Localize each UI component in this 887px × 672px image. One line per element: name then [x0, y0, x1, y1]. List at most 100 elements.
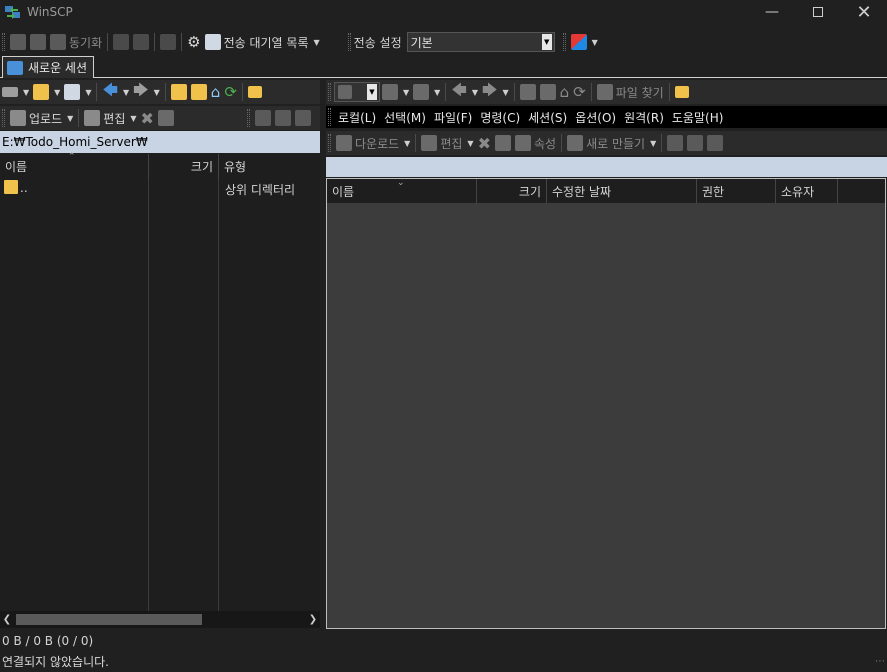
maximize-button[interactable] [795, 0, 841, 24]
remote-filter-button[interactable]: ▼ [411, 81, 442, 103]
filter-button[interactable]: ▼ [62, 81, 93, 103]
resize-grip-icon[interactable]: ⋯ [875, 656, 885, 667]
right-edit-button[interactable]: 편집 ▼ [419, 132, 475, 154]
properties-button[interactable]: 속성 [513, 132, 558, 154]
sync-browse-button[interactable] [28, 31, 48, 53]
right-delete-button[interactable]: ✖ [476, 132, 493, 154]
preferences-button[interactable]: ⚙ [185, 31, 202, 53]
console-button[interactable] [111, 31, 131, 53]
right-filter-select-button[interactable] [705, 132, 725, 154]
toolbar-grip[interactable] [347, 33, 351, 51]
remote-home-dir-button[interactable]: ⌂ [558, 81, 572, 103]
queue-list-button[interactable]: 전송 대기열 목록 ▼ [203, 31, 322, 53]
root-dir-button[interactable] [189, 81, 209, 103]
panel-splitter[interactable] [320, 80, 325, 651]
home-dir-button[interactable]: ⌂ [209, 81, 223, 103]
column-rights[interactable]: 권한 [697, 179, 776, 203]
column-name[interactable]: 이름 ⌃ [0, 152, 149, 178]
refresh-button[interactable]: ⟳ [222, 81, 239, 103]
remote-parent-dir-button[interactable] [518, 81, 538, 103]
column-type[interactable]: 유형 [219, 154, 320, 178]
winscp-logo-icon [5, 6, 20, 19]
scroll-left-icon[interactable]: ❮ [0, 614, 14, 625]
synchronize-button[interactable]: 동기화 [48, 31, 104, 53]
chevron-down-icon: ▼ [502, 87, 509, 97]
scrollbar-thumb[interactable] [16, 614, 202, 625]
menu-help[interactable]: 도움말(H) [668, 109, 728, 126]
download-button[interactable]: 다운로드 ▼ [334, 132, 412, 154]
open-dir-button[interactable]: ▼ [31, 81, 62, 103]
tree-toggle-button[interactable] [246, 81, 264, 103]
remote-tree-toggle-button[interactable] [673, 81, 691, 103]
right-unselect-button[interactable] [685, 132, 705, 154]
minimize-icon: — [765, 4, 779, 20]
keep-remote-up-to-date-button[interactable] [158, 31, 178, 53]
right-path-bar[interactable] [326, 157, 887, 177]
upload-button[interactable]: 업로드 ▼ [8, 107, 75, 129]
left-file-list[interactable]: .. 상위 디렉터리 [0, 178, 320, 611]
new-button[interactable]: 새로 만들기 ▼ [565, 132, 658, 154]
menu-local[interactable]: 로컬(L) [334, 109, 380, 126]
remote-open-dir-button[interactable]: ▼ [380, 81, 411, 103]
toolbar-separator [513, 83, 515, 101]
find-files-button[interactable]: 파일 찾기 [595, 81, 666, 103]
chevron-down-icon: ▼ [85, 87, 92, 97]
transfer-preset-select[interactable]: 기본 ▼ [406, 32, 555, 52]
column-size-label: 크기 [190, 159, 213, 174]
left-select-button[interactable] [253, 107, 273, 129]
remote-root-dir-button[interactable] [538, 81, 558, 103]
column-modified[interactable]: 수정한 날짜 [547, 179, 697, 203]
session-tabs-bar [0, 56, 887, 78]
left-edit-button[interactable]: 편집 ▼ [82, 107, 138, 129]
toolbar-grip[interactable] [2, 33, 5, 51]
remote-back-button[interactable]: 🡄 ▼ [449, 81, 480, 103]
toolbar-grip[interactable] [328, 83, 331, 101]
remote-refresh-button[interactable]: ⟳ [571, 81, 588, 103]
tab-new-session[interactable]: 새로운 세션 [2, 56, 95, 78]
menu-remote[interactable]: 원격(R) [620, 109, 668, 126]
parent-dir-button[interactable] [169, 81, 189, 103]
left-rename-button[interactable] [156, 107, 176, 129]
right-column-header: 이름 ⌄ 크기 수정한 날짜 권한 소유자 [327, 178, 885, 203]
column-name[interactable]: 이름 ⌄ [327, 178, 477, 203]
chevron-down-icon: ▼ [591, 37, 598, 47]
left-filter-select-button[interactable] [293, 107, 313, 129]
close-button[interactable]: ✕ [841, 0, 887, 24]
column-size[interactable]: 크기 [149, 154, 219, 178]
left-horizontal-scrollbar[interactable]: ❮ ❯ [0, 611, 320, 628]
delete-icon: ✖ [477, 133, 491, 153]
compare-dirs-button[interactable] [8, 31, 28, 53]
customize-button[interactable]: ▼ [569, 31, 600, 53]
toolbar-grip[interactable] [328, 134, 331, 152]
minimize-button[interactable]: — [749, 0, 795, 24]
toolbar-grip[interactable] [562, 33, 566, 51]
menu-options[interactable]: 옵션(O) [571, 109, 620, 126]
toolbar-grip[interactable] [247, 109, 250, 127]
column-divider [148, 178, 149, 611]
menu-commands[interactable]: 명령(C) [476, 109, 524, 126]
right-rename-button[interactable] [493, 132, 513, 154]
putty-button[interactable] [131, 31, 151, 53]
toolbar-grip[interactable] [2, 109, 5, 127]
forward-button[interactable]: 🡆 ▼ [131, 81, 162, 103]
column-divider [218, 178, 219, 611]
menu-files[interactable]: 파일(F) [430, 109, 476, 126]
right-file-list[interactable]: 이름 ⌄ 크기 수정한 날짜 권한 소유자 [326, 178, 886, 629]
right-select-button[interactable] [665, 132, 685, 154]
column-owner[interactable]: 소유자 [776, 179, 838, 203]
file-row-parent-dir[interactable]: .. 상위 디렉터리 [0, 178, 320, 198]
tree-icon [247, 86, 262, 98]
scroll-right-icon[interactable]: ❯ [306, 614, 320, 625]
column-size[interactable]: 크기 [477, 179, 547, 203]
remote-dir-select[interactable]: ▼ [334, 82, 380, 102]
menu-session[interactable]: 세션(S) [524, 109, 571, 126]
toolbar-separator [181, 33, 183, 51]
menu-mark[interactable]: 선택(M) [380, 109, 430, 126]
drive-select-button[interactable]: ▼ [0, 81, 31, 103]
left-path-bar[interactable]: E:₩Todo_Homi_Server₩ [0, 131, 320, 153]
left-delete-button[interactable]: ✖ [139, 107, 156, 129]
back-button[interactable]: 🡄 ▼ [100, 81, 131, 103]
toolbar-grip[interactable] [328, 108, 331, 126]
remote-forward-button[interactable]: 🡆 ▼ [480, 81, 511, 103]
left-unselect-button[interactable] [273, 107, 293, 129]
